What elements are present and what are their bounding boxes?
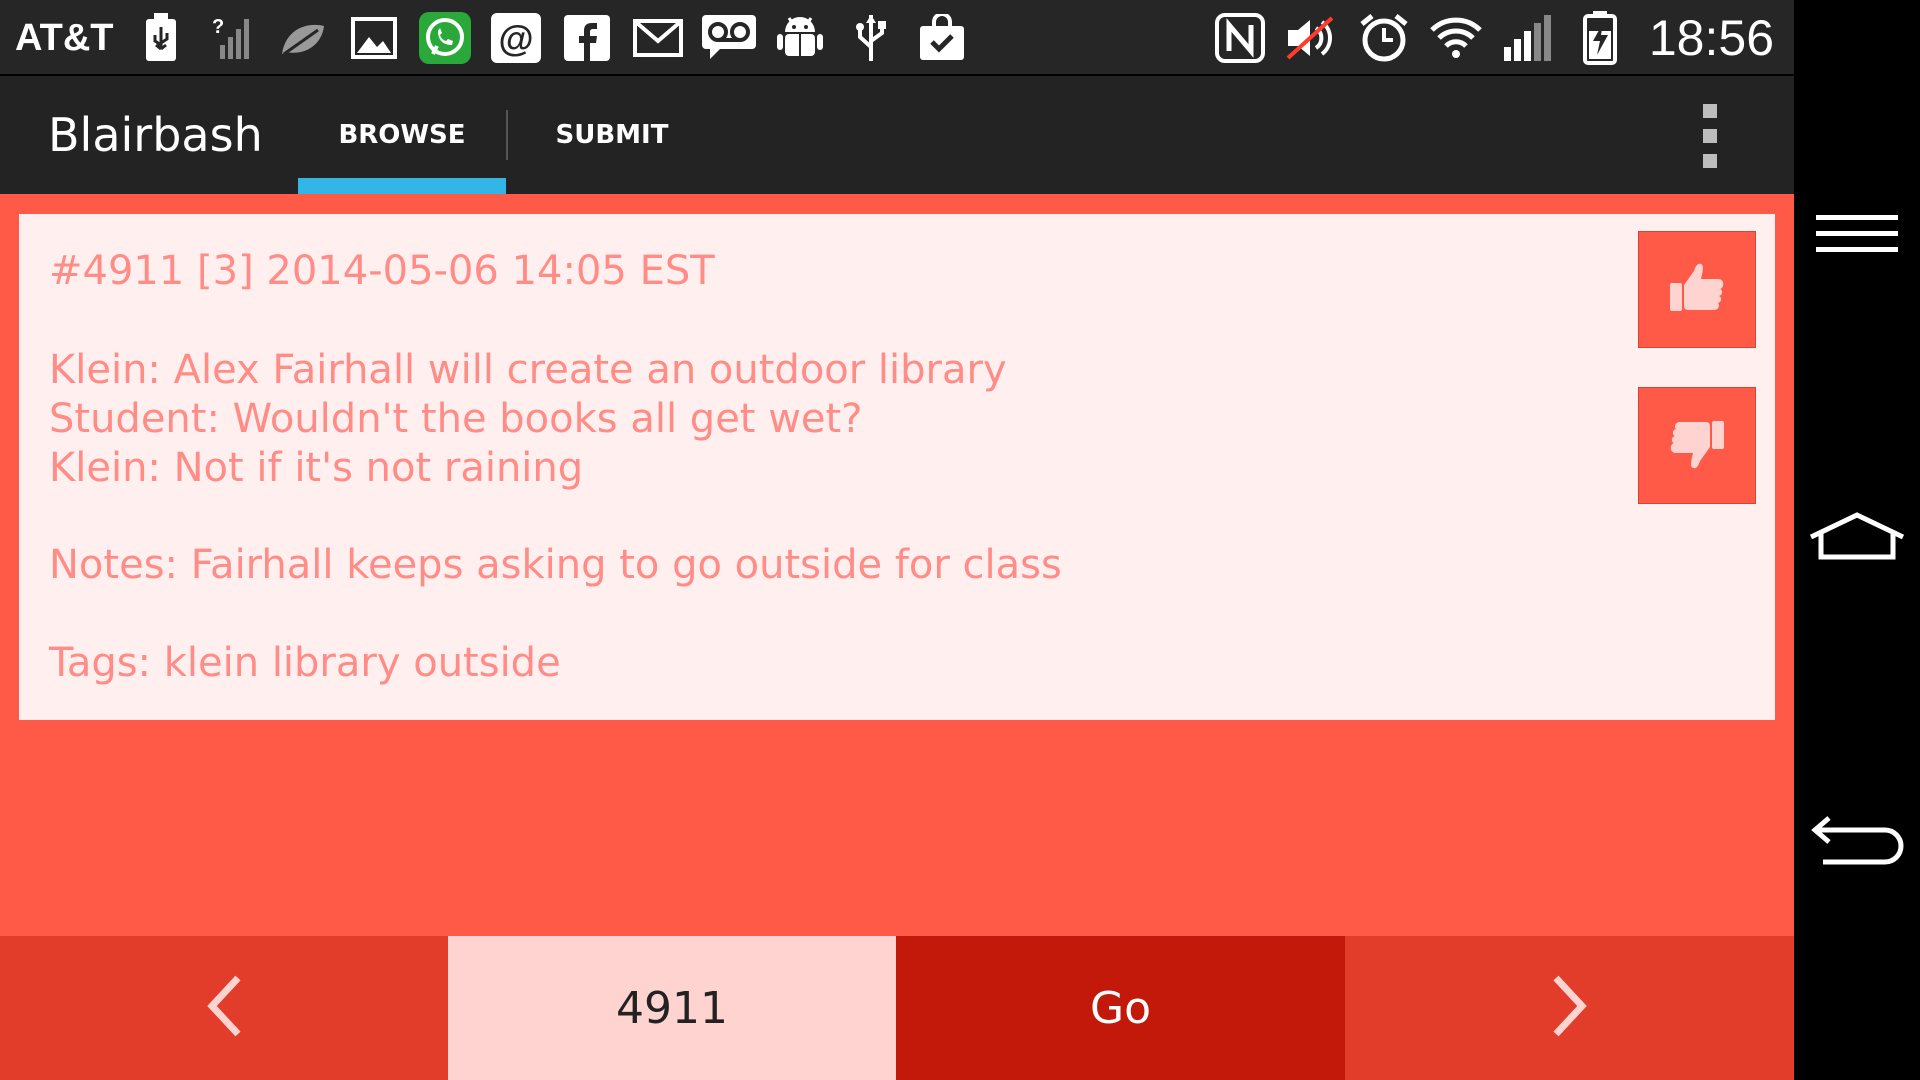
quote-number-field-container	[448, 936, 896, 1080]
signal-icon	[1499, 9, 1557, 67]
status-bar: AT&T ? @ 18:56	[0, 0, 1794, 76]
no-signal-icon: ?	[203, 9, 261, 67]
usb-debug-icon	[132, 9, 190, 67]
tab-selected-indicator	[298, 178, 506, 194]
voicemail-icon	[700, 9, 758, 67]
back-button[interactable]	[1794, 812, 1920, 872]
tab-submit[interactable]: SUBMIT	[508, 76, 716, 194]
svg-text:@: @	[498, 18, 533, 59]
quote-line: Student: Wouldn't the books all get wet?	[49, 396, 863, 442]
quote-line: Klein: Alex Fairhall will create an outd…	[49, 347, 1007, 393]
quote-tags: Tags: klein library outside	[49, 640, 561, 686]
email-icon: @	[487, 9, 545, 67]
quote-header: #4911 [3] 2014-05-06 14:05 EST	[49, 248, 715, 294]
quote-notes: Notes: Fairhall keeps asking to go outsi…	[49, 542, 1062, 588]
go-button[interactable]: Go	[896, 936, 1345, 1080]
downvote-button[interactable]	[1638, 387, 1756, 504]
menu-icon	[1816, 213, 1898, 259]
tab-browse[interactable]: BROWSE	[298, 76, 506, 194]
carrier-label: AT&T	[15, 16, 114, 59]
whatsapp-icon	[416, 9, 474, 67]
system-status-icons: 18:56	[1211, 0, 1774, 76]
app-screen: AT&T ? @ 18:56 Blairbash BROWSE SUBMIT #…	[0, 0, 1794, 1080]
quote-number-input[interactable]	[450, 937, 894, 1079]
home-button[interactable]	[1794, 508, 1920, 568]
menu-button[interactable]	[1794, 206, 1920, 266]
system-navigation-bar	[1794, 0, 1920, 1080]
wifi-icon	[1427, 9, 1485, 67]
alarm-icon	[1355, 9, 1413, 67]
quote-body: Klein: Alex Fairhall will create an outd…	[49, 346, 1007, 493]
next-quote-button[interactable]	[1345, 936, 1794, 1080]
gmail-icon	[629, 9, 687, 67]
home-icon	[1807, 511, 1907, 565]
android-icon	[771, 9, 829, 67]
previous-quote-button[interactable]	[0, 936, 448, 1080]
facebook-icon	[558, 9, 616, 67]
gallery-icon	[345, 9, 403, 67]
upvote-button[interactable]	[1638, 231, 1756, 348]
muted-volume-icon	[1283, 9, 1341, 67]
leaf-icon	[274, 9, 332, 67]
battery-charging-icon	[1571, 9, 1629, 67]
thumbs-down-icon	[1668, 417, 1726, 475]
svg-text:?: ?	[212, 16, 224, 38]
thumbs-up-icon	[1668, 261, 1726, 319]
overflow-menu-icon[interactable]	[1690, 104, 1730, 168]
nfc-icon	[1211, 9, 1269, 67]
usb-icon	[842, 9, 900, 67]
clock: 18:56	[1648, 10, 1774, 66]
notification-icons: ? @	[132, 9, 971, 67]
quote-navigation-bar: Go	[0, 936, 1794, 1080]
shopping-bag-icon	[913, 9, 971, 67]
quote-card: #4911 [3] 2014-05-06 14:05 EST Klein: Al…	[19, 214, 1775, 720]
quote-line: Klein: Not if it's not raining	[49, 445, 584, 491]
back-icon	[1809, 814, 1905, 870]
app-title: Blairbash	[48, 108, 263, 162]
chevron-left-icon	[204, 974, 244, 1042]
action-bar: Blairbash BROWSE SUBMIT	[0, 76, 1794, 194]
chevron-right-icon	[1550, 974, 1590, 1042]
